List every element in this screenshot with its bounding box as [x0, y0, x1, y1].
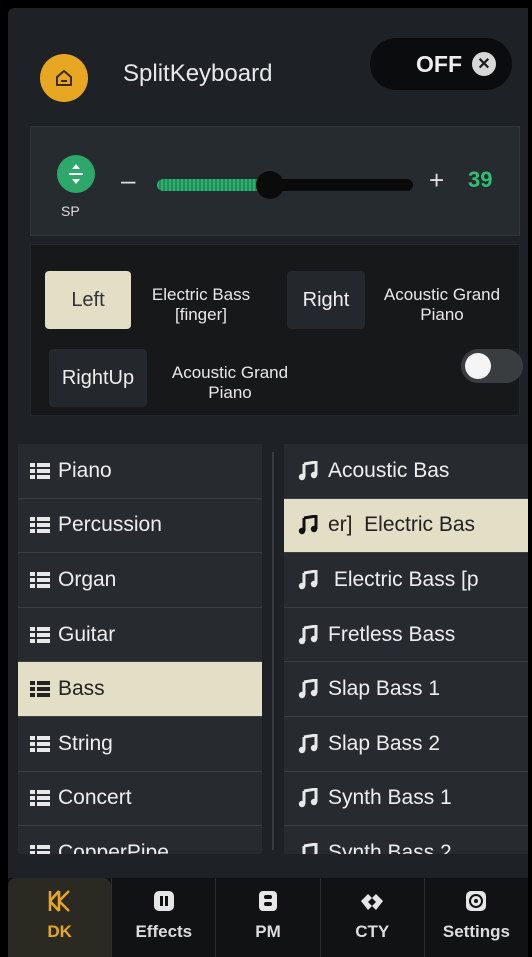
list-icon [30, 626, 50, 643]
nav-cty-label: CTY [355, 922, 390, 941]
list-icon [30, 790, 50, 807]
category-item[interactable]: CopperPipe [18, 826, 262, 854]
category-label: Bass [58, 677, 105, 701]
split-point-icon[interactable] [57, 155, 95, 193]
category-label: Concert [58, 786, 132, 810]
effects-icon [153, 891, 174, 911]
music-note-icon [298, 624, 318, 644]
music-note-icon [298, 679, 318, 699]
category-label: Piano [58, 458, 112, 482]
nav-dk-label: DK [47, 922, 72, 941]
list-icon [30, 462, 50, 479]
instrument-list: Acoustic Bas er] Electric Bas Electric Ba… [284, 444, 528, 854]
list-divider [272, 452, 274, 850]
instrument-item[interactable]: er] Electric Bas [284, 498, 528, 554]
category-label: Guitar [58, 622, 116, 646]
slider-knob[interactable] [255, 171, 284, 199]
rightup-switch[interactable] [461, 349, 523, 383]
list-icon [30, 681, 50, 698]
instrument-item[interactable]: Slap Bass 1 [284, 662, 528, 717]
zone-left-instrument: Electric Bass [finger] [151, 285, 251, 324]
zone-left-button[interactable]: Left [45, 271, 131, 329]
category-label: Percussion [58, 513, 162, 537]
nav-effects[interactable]: Effects [111, 878, 215, 957]
instrument-item[interactable]: Slap Bass 2 [284, 716, 528, 772]
instrument-item[interactable]: Fretless Bass [284, 607, 528, 663]
instrument-label: Slap Bass 1 [328, 677, 441, 701]
instrument-item[interactable]: Electric Bass [p [284, 553, 528, 608]
category-item[interactable]: Concert [18, 771, 262, 827]
settings-icon [466, 891, 487, 911]
category-item[interactable]: Piano [18, 444, 262, 499]
zones-panel: Left Electric Bass [finger] Right Acoust… [30, 244, 523, 416]
zone-right-button[interactable]: Right [287, 271, 365, 329]
category-item[interactable]: Guitar [18, 607, 262, 663]
music-note-icon [298, 569, 318, 590]
split-point-label: SP [61, 203, 80, 219]
split-keyboard-screen: SplitKeyboard OFF ✕ SP – + 39 Left Elect… [8, 8, 528, 957]
nav-settings-label: Settings [442, 922, 510, 941]
instrument-label: Electric Bass [p [328, 567, 479, 591]
instrument-label: Fretless Bass [328, 622, 456, 646]
music-note-icon [302, 842, 318, 854]
switch-knob [465, 353, 491, 379]
list-icon [30, 844, 50, 854]
split-point-panel: SP – + 39 [30, 126, 520, 236]
music-note-icon [298, 733, 318, 753]
category-item[interactable]: Bass [18, 662, 262, 717]
category-item[interactable]: Percussion [18, 498, 262, 554]
nav-settings[interactable]: Settings [423, 878, 528, 957]
bottom-nav: DK Effects PM CTY Settings [8, 878, 528, 957]
slider-fill [157, 179, 270, 191]
zone-right-instrument: Acoustic Grand Piano [383, 285, 501, 324]
nav-effects-label: Effects [135, 922, 193, 941]
split-on-off-toggle[interactable]: OFF ✕ [370, 38, 512, 90]
split-point-slider[interactable] [157, 171, 413, 199]
instrument-label: Slap Bass 2 [328, 731, 441, 755]
music-note-icon [298, 515, 318, 535]
list-icon [30, 571, 50, 588]
instrument-item[interactable]: Synth Bass 1 [284, 771, 528, 827]
music-note-icon [298, 460, 318, 480]
nav-dk[interactable]: DK [8, 878, 112, 957]
decrease-button[interactable]: – [121, 165, 135, 196]
page-title: SplitKeyboard [123, 60, 273, 87]
nav-pm[interactable]: PM [215, 878, 319, 957]
cty-icon [361, 894, 384, 910]
category-label: Organ [58, 567, 117, 591]
close-icon: ✕ [472, 52, 496, 76]
list-icon [30, 735, 50, 752]
category-list: Piano Percussion Organ Guitar Bass String Conc… [18, 444, 262, 854]
increase-button[interactable]: + [429, 165, 444, 196]
nav-pm-label: PM [255, 922, 281, 941]
dk-logo-icon [48, 890, 70, 912]
home-icon [56, 70, 72, 86]
split-point-value: 39 [468, 167, 493, 192]
instrument-label: er] Electric Bas [328, 513, 476, 537]
instrument-label: Synth Bass 1 [328, 786, 452, 810]
instrument-label: Acoustic Bas [328, 458, 450, 482]
category-item[interactable]: String [18, 716, 262, 772]
list-icon [30, 517, 50, 534]
instrument-item[interactable]: Synth Bass 2 [284, 826, 528, 854]
zone-rightup-button[interactable]: RightUp [49, 349, 147, 407]
pm-icon [259, 891, 277, 911]
category-label: String [58, 731, 113, 755]
instrument-label: Synth Bass 2 [328, 840, 452, 854]
instrument-item[interactable]: Acoustic Bas [284, 444, 528, 499]
nav-cty[interactable]: CTY [319, 878, 424, 957]
home-button[interactable] [40, 54, 88, 102]
music-note-icon [298, 788, 318, 808]
zone-rightup-instrument: Acoustic Grand Piano [171, 363, 289, 402]
category-label: CopperPipe [58, 840, 169, 854]
category-item[interactable]: Organ [18, 553, 262, 608]
toggle-state-label: OFF [416, 50, 462, 77]
